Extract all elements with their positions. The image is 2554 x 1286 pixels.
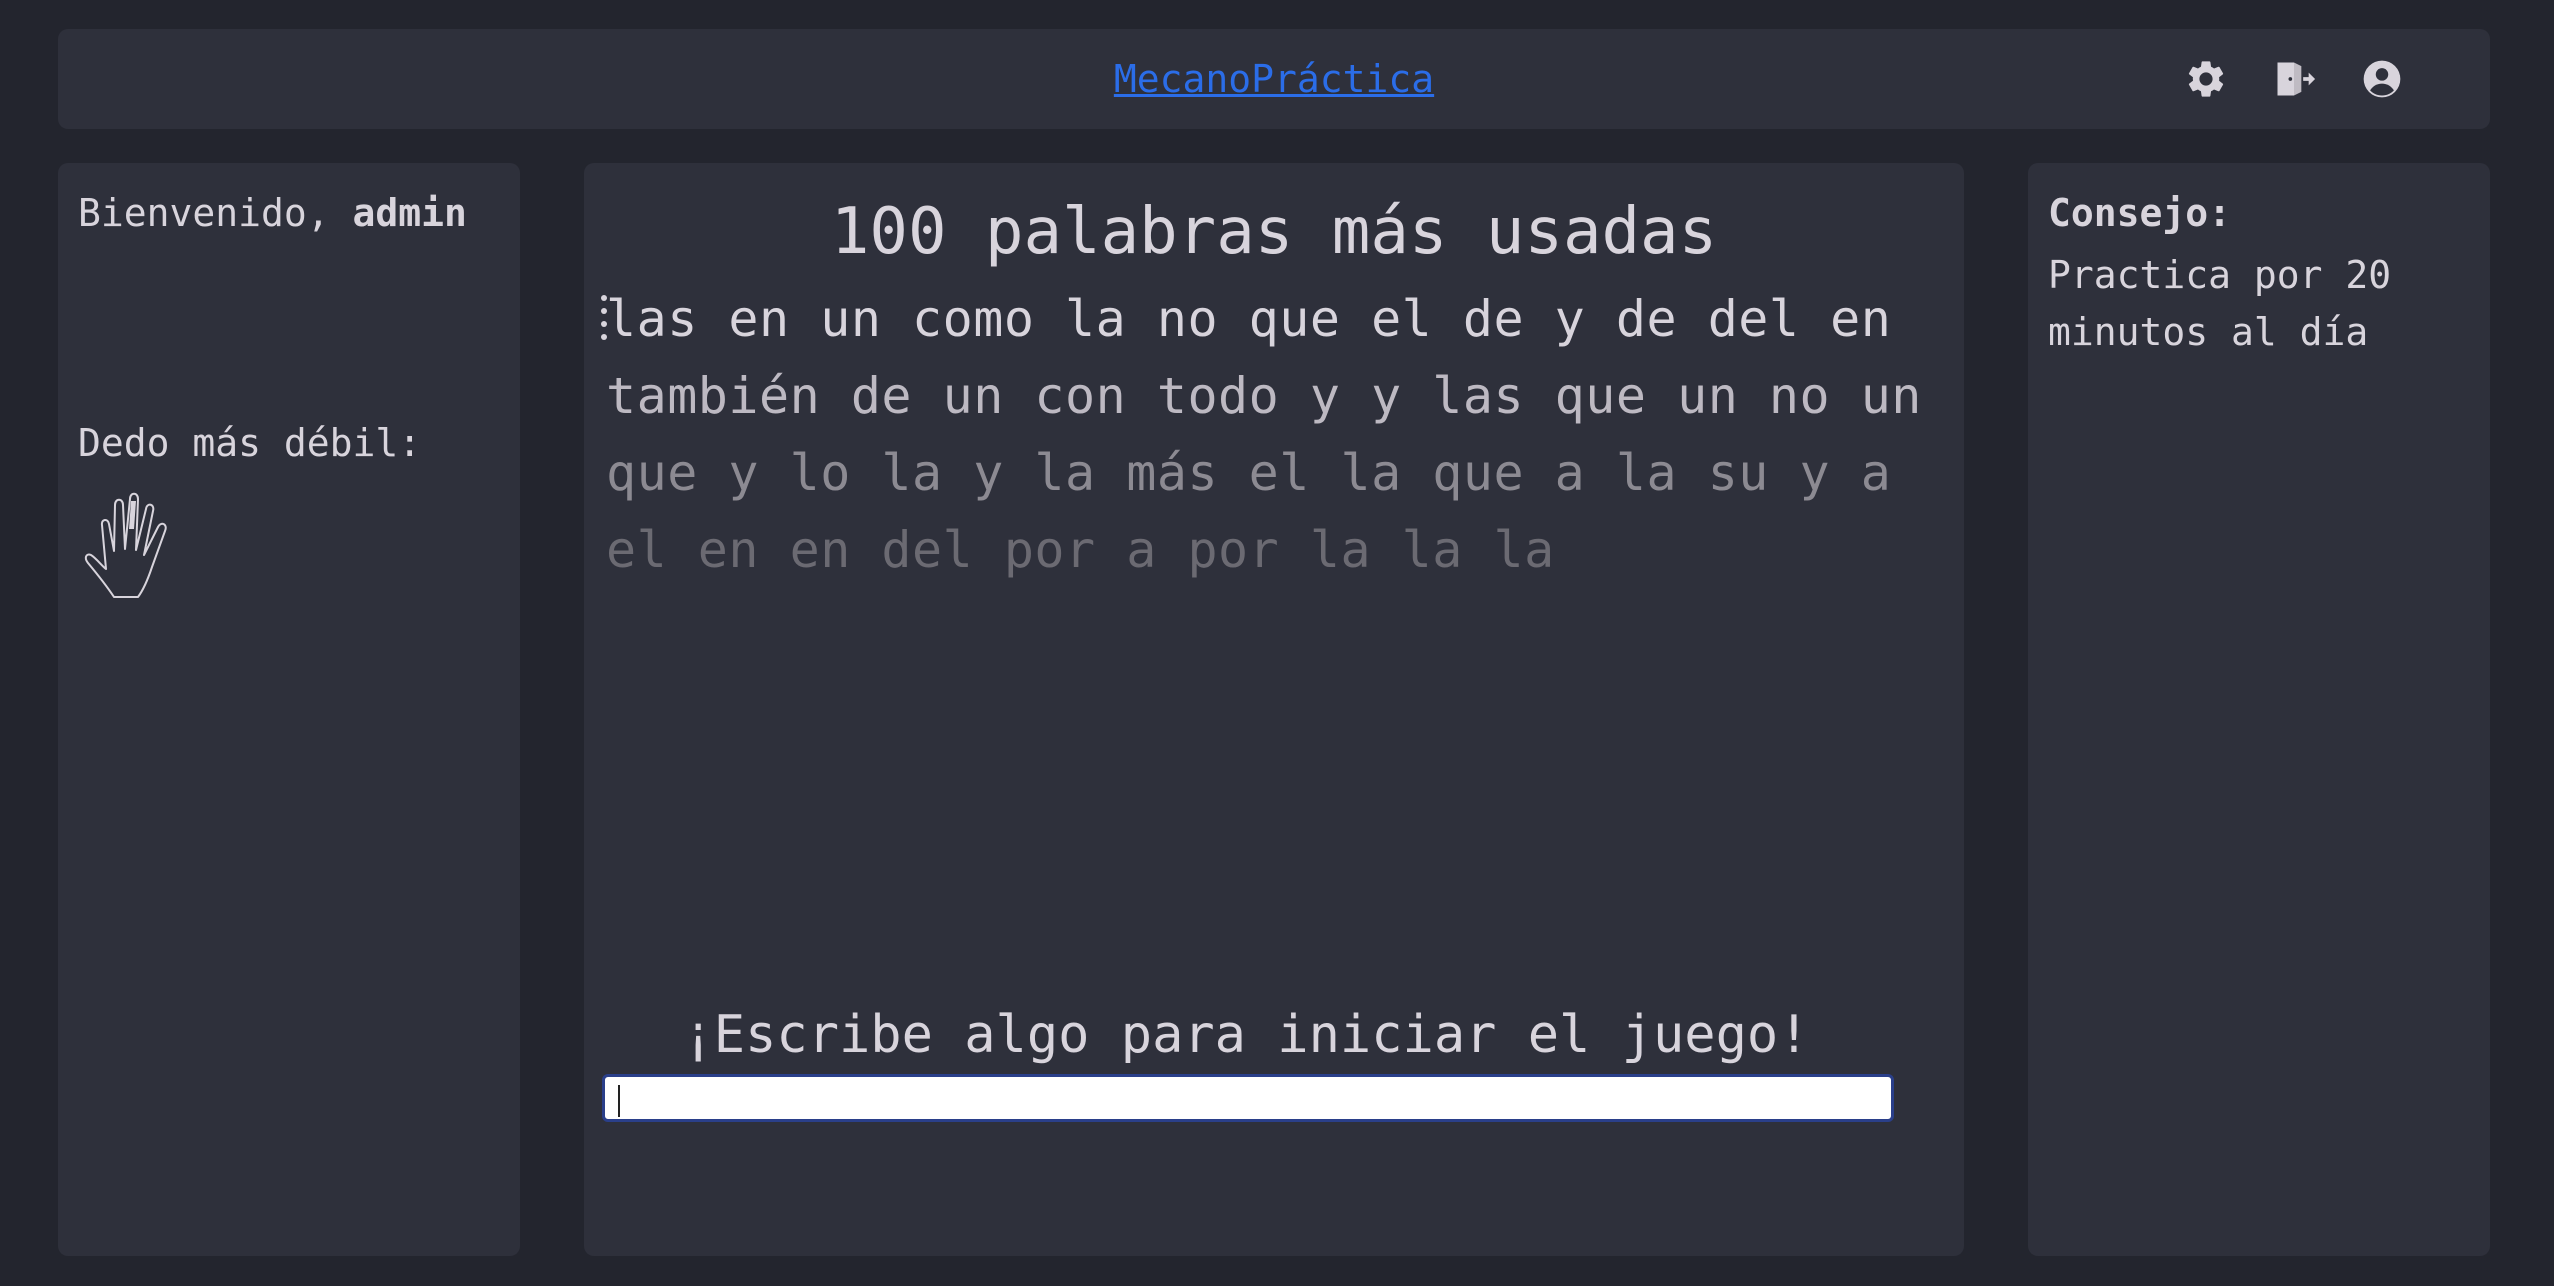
user-panel: Bienvenido, admin Dedo más débil: <box>58 163 520 1256</box>
gear-icon[interactable] <box>2184 57 2228 101</box>
word-line: también de un con todo y y las que un no… <box>606 367 1922 425</box>
start-message: ¡Escribe algo para iniciar el juego! <box>682 1005 1810 1065</box>
typing-input[interactable] <box>602 1074 1894 1122</box>
weak-finger-label: Dedo más débil: <box>78 421 422 465</box>
logout-icon[interactable] <box>2272 57 2316 101</box>
header-bar: MecanoPráctica <box>58 29 2490 129</box>
word-text: las en un como la no que el de y de del … <box>606 281 1946 589</box>
user-circle-icon[interactable] <box>2360 57 2404 101</box>
word-line: las en un como la no que el de y de del … <box>606 290 1892 348</box>
brand-link[interactable]: MecanoPráctica <box>58 29 2490 129</box>
word-line: que y lo la y la más el la que a la su y… <box>606 444 1892 502</box>
tip-panel: Consejo: Practica por 20 minutos al día <box>2028 163 2490 1256</box>
welcome-prefix: Bienvenido, <box>78 191 353 235</box>
tip-title: Consejo: <box>2048 191 2232 235</box>
game-panel: 100 palabras más usadas las en un como l… <box>584 163 1964 1256</box>
tip-text: Practica por 20 minutos al día <box>2048 253 2392 354</box>
exercise-title: 100 palabras más usadas <box>830 195 1718 269</box>
hand-icon <box>80 481 180 601</box>
word-line: el en en del por a por la la la <box>606 521 1555 579</box>
text-caret <box>618 1085 620 1117</box>
brand-label[interactable]: MecanoPráctica <box>1114 57 1434 101</box>
welcome-text: Bienvenido, admin <box>78 191 467 235</box>
username: admin <box>352 191 467 235</box>
